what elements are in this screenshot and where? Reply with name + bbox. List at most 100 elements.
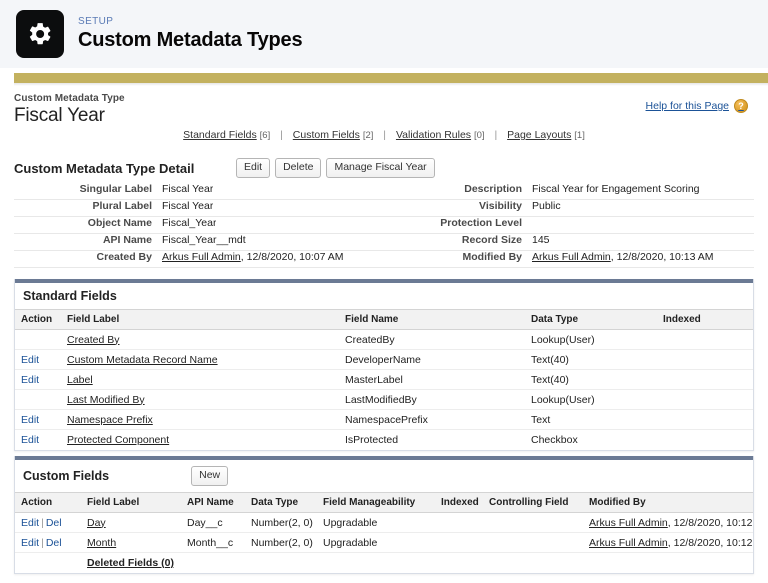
field-label-link[interactable]: Month bbox=[87, 537, 116, 549]
edit-link[interactable]: Edit bbox=[21, 374, 39, 386]
field-label-link[interactable]: Protected Component bbox=[67, 434, 169, 446]
modified-by-timestamp: , 12/8/2020, 10:12 AM bbox=[667, 536, 753, 549]
setup-header: SETUP Custom Metadata Types bbox=[0, 0, 768, 68]
field-label: API Name bbox=[102, 234, 152, 246]
setup-eyebrow: SETUP bbox=[78, 15, 114, 27]
field-label-link[interactable]: Created By bbox=[67, 334, 120, 346]
col-field-name: Field Name bbox=[339, 309, 525, 330]
field-value: Fiscal Year bbox=[162, 183, 214, 195]
deleted-fields-cell: Deleted Fields (0) bbox=[81, 553, 753, 573]
detail-section-header: Custom Metadata Type Detail Edit Delete … bbox=[14, 158, 754, 179]
related-separator: | bbox=[494, 129, 498, 141]
delete-link[interactable]: Del bbox=[46, 537, 62, 549]
related-link-validation-rules[interactable]: Validation Rules bbox=[396, 129, 471, 141]
row-data-type: Checkbox bbox=[531, 433, 578, 446]
edit-link[interactable]: Edit bbox=[21, 354, 39, 366]
row-field-name: LastModifiedBy bbox=[339, 389, 525, 410]
row-data-type: Text(40) bbox=[525, 369, 657, 390]
modified-by-user-link[interactable]: Arkus Full Admin bbox=[589, 537, 668, 549]
table-row: Edit Label MasterLabel Text(40) bbox=[15, 369, 753, 390]
new-custom-field-button[interactable]: New bbox=[191, 466, 229, 487]
action-separator: | bbox=[41, 536, 44, 549]
standard-fields-panel: Standard Fields Action Field Label Field… bbox=[14, 279, 754, 451]
field-label: Description bbox=[464, 183, 522, 195]
edit-link[interactable]: Edit bbox=[21, 537, 39, 549]
manage-fiscal-year-button[interactable]: Manage Fiscal Year bbox=[326, 158, 435, 179]
delete-button[interactable]: Delete bbox=[275, 158, 322, 179]
col-data-type: Data Type bbox=[245, 492, 317, 514]
edit-link[interactable]: Edit bbox=[21, 414, 39, 426]
table-row: Created By CreatedBy Lookup(User) bbox=[15, 329, 753, 350]
table-row: Edit | Del Day Day__c Number(2, 0) Upgrada… bbox=[15, 512, 753, 534]
detail-field-record-size: Record Size 145 bbox=[384, 234, 754, 251]
col-indexed: Indexed bbox=[657, 309, 753, 330]
row-indexed bbox=[435, 532, 483, 554]
related-link-custom-fields[interactable]: Custom Fields bbox=[293, 129, 360, 141]
field-label: Modified By bbox=[462, 251, 523, 263]
gold-divider-shadow bbox=[14, 83, 768, 86]
created-by-timestamp: , 12/8/2020, 10:07 AM bbox=[240, 251, 344, 263]
standard-fields-header: Standard Fields bbox=[15, 283, 753, 309]
deleted-fields-link[interactable]: Deleted Fields (0) bbox=[87, 557, 174, 569]
help-for-this-page-link[interactable]: Help for this Page ? bbox=[646, 99, 748, 113]
table-row: Edit Protected Component IsProtected Che… bbox=[15, 430, 753, 450]
related-link-standard-fields[interactable]: Standard Fields bbox=[183, 129, 257, 141]
row-api-name: Month__c bbox=[181, 532, 245, 554]
row-data-type: Number(2, 0) bbox=[245, 532, 317, 554]
row-action: Edit | Del bbox=[15, 512, 81, 534]
row-api-name: Day__c bbox=[181, 512, 245, 534]
edit-link[interactable]: Edit bbox=[21, 434, 39, 446]
related-separator: | bbox=[280, 129, 283, 141]
field-label: Protection Level bbox=[440, 217, 522, 229]
related-count-standard-fields: [6] bbox=[259, 130, 271, 141]
detail-field-grid: Singular Label Fiscal Year Description F… bbox=[14, 183, 754, 268]
row-manageability: Upgradable bbox=[317, 512, 435, 534]
row-indexed bbox=[435, 512, 483, 534]
edit-link[interactable]: Edit bbox=[21, 517, 39, 529]
row-field-label: Created By bbox=[61, 329, 339, 350]
row-field-label: Label bbox=[61, 369, 339, 390]
col-controlling-field: Controlling Field bbox=[483, 492, 583, 514]
custom-fields-title: Custom Fields bbox=[23, 469, 110, 484]
field-label-link[interactable]: Namespace Prefix bbox=[67, 414, 153, 426]
standard-fields-title: Standard Fields bbox=[23, 289, 117, 303]
custom-fields-header: Custom Fields New bbox=[15, 460, 753, 493]
field-label: Created By bbox=[96, 251, 152, 263]
field-value: Fiscal_Year__mdt bbox=[162, 234, 246, 246]
detail-field-api-name: API Name Fiscal_Year__mdt bbox=[14, 234, 384, 251]
action-separator: | bbox=[41, 516, 44, 529]
field-value: Arkus Full Admin, 12/8/2020, 10:07 AM bbox=[162, 251, 344, 263]
field-label-link[interactable]: Custom Metadata Record Name bbox=[67, 354, 218, 366]
table-header-row: Action Field Label API Name Data Type Fi… bbox=[15, 492, 753, 514]
modified-by-user-link[interactable]: Arkus Full Admin bbox=[589, 517, 668, 529]
row-field-name: IsProtected bbox=[345, 433, 399, 446]
field-label: Object Name bbox=[87, 217, 152, 229]
row-field-name: DeveloperName bbox=[339, 349, 525, 370]
help-question-icon: ? bbox=[734, 99, 748, 113]
detail-heading: Custom Metadata Type Detail bbox=[14, 160, 195, 176]
col-data-type: Data Type bbox=[525, 309, 657, 330]
field-label-link[interactable]: Last Modified By bbox=[67, 394, 145, 406]
modified-by-user-link[interactable]: Arkus Full Admin bbox=[532, 251, 611, 263]
edit-button[interactable]: Edit bbox=[236, 158, 271, 179]
row-indexed bbox=[657, 409, 753, 430]
field-label-link[interactable]: Day bbox=[87, 517, 106, 529]
detail-field-created-by: Created By Arkus Full Admin, 12/8/2020, … bbox=[14, 251, 384, 268]
row-indexed bbox=[657, 389, 753, 410]
related-link-page-layouts[interactable]: Page Layouts bbox=[507, 129, 571, 141]
created-by-user-link[interactable]: Arkus Full Admin bbox=[162, 251, 241, 263]
table-header-row: Action Field Label Field Name Data Type … bbox=[15, 309, 753, 330]
row-data-type: Text bbox=[525, 409, 657, 430]
table-row: Edit Custom Metadata Record Name Develop… bbox=[15, 349, 753, 370]
row-indexed bbox=[657, 329, 753, 350]
record-type-label: Custom Metadata Type bbox=[14, 93, 125, 104]
field-label-link[interactable]: Label bbox=[67, 374, 93, 386]
row-field-label: Last Modified By bbox=[61, 389, 339, 410]
row-field-label: Protected Component bbox=[61, 430, 339, 450]
col-field-label: Field Label bbox=[61, 309, 339, 330]
row-modified-by: Arkus Full Admin, 12/8/2020, 10:12 AM bbox=[583, 532, 753, 554]
delete-link[interactable]: Del bbox=[46, 517, 62, 529]
row-data-type: Text(40) bbox=[525, 349, 657, 370]
page-root: SETUP Custom Metadata Types Custom Metad… bbox=[0, 0, 768, 583]
table-row: Edit Namespace Prefix NamespacePrefix Te… bbox=[15, 409, 753, 430]
